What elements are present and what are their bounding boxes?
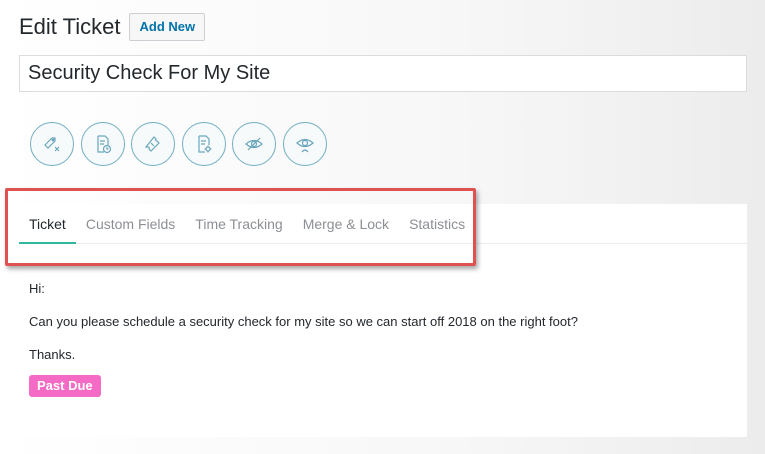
ticket-action-icons	[30, 122, 333, 166]
tab-statistics[interactable]: Statistics	[399, 204, 475, 244]
eye-user-icon[interactable]	[282, 122, 327, 166]
message-closing: Thanks.	[29, 347, 76, 362]
ticket-close-icon[interactable]	[30, 122, 74, 166]
message-greeting: Hi:	[29, 281, 45, 296]
ticket-icon[interactable]	[131, 122, 175, 166]
add-new-button[interactable]: Add New	[129, 13, 206, 41]
ticket-tabs: Ticket Custom Fields Time Tracking Merge…	[19, 204, 747, 244]
page-title: Edit Ticket	[19, 14, 121, 39]
tab-time-tracking[interactable]: Time Tracking	[185, 204, 292, 244]
ticket-message: Hi: Can you please schedule a security c…	[29, 281, 578, 380]
document-settings-icon[interactable]	[181, 122, 226, 166]
tab-ticket[interactable]: Ticket	[19, 204, 76, 244]
tab-merge-lock[interactable]: Merge & Lock	[293, 204, 399, 244]
tab-custom-fields[interactable]: Custom Fields	[76, 204, 185, 244]
status-badge: Past Due	[29, 375, 101, 397]
message-body: Can you please schedule a security check…	[29, 314, 578, 329]
document-clock-icon[interactable]	[80, 122, 125, 166]
title-row: Edit Ticket Add New	[19, 12, 206, 42]
ticket-panel: Ticket Custom Fields Time Tracking Merge…	[19, 204, 747, 437]
eye-hidden-icon[interactable]	[232, 122, 276, 166]
ticket-title-input[interactable]	[19, 55, 747, 92]
